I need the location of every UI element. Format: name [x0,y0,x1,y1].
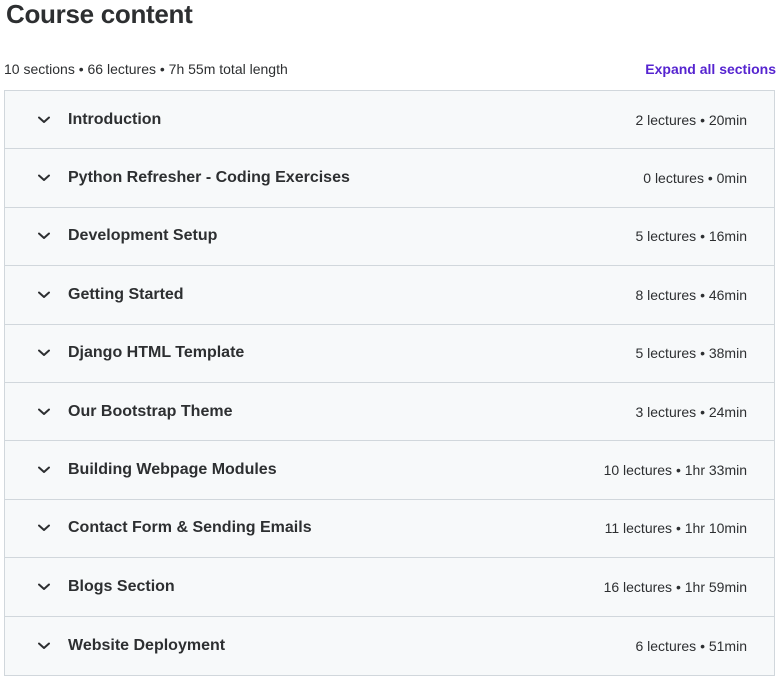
chevron-down-icon [37,580,51,594]
section-item[interactable]: Building Webpage Modules 10 lectures • 1… [5,441,774,500]
section-title: Development Setup [68,227,218,245]
section-title: Django HTML Template [68,344,245,362]
section-meta: 5 lectures • 38min [635,345,747,362]
course-summary-row: 10 sections • 66 lectures • 7h 55m total… [4,58,776,80]
chevron-down-icon [37,346,51,360]
chevron-down-icon [37,171,51,185]
section-title: Contact Form & Sending Emails [68,519,312,537]
section-meta: 3 lectures • 24min [635,403,747,420]
course-content-panel: Course content 10 sections • 66 lectures… [0,0,780,679]
section-title: Blogs Section [68,577,175,595]
section-item[interactable]: Django HTML Template 5 lectures • 38min [5,325,774,383]
chevron-down-icon [37,113,51,127]
section-meta: 5 lectures • 16min [635,228,747,245]
expand-all-sections-button[interactable]: Expand all sections [645,61,776,77]
chevron-down-icon [37,229,51,243]
section-title: Website Deployment [68,636,226,654]
chevron-down-icon [37,288,51,302]
section-meta: 11 lectures • 1hr 10min [604,520,747,537]
chevron-down-icon [37,521,51,535]
section-meta: 8 lectures • 46min [635,286,747,303]
section-meta: 10 lectures • 1hr 33min [603,462,747,479]
section-title: Introduction [68,110,162,128]
section-item[interactable]: Our Bootstrap Theme 3 lectures • 24min [5,383,774,442]
course-summary: 10 sections • 66 lectures • 7h 55m total… [4,61,288,77]
page-title: Course content [6,0,193,29]
section-title: Getting Started [68,285,184,303]
section-item[interactable]: Development Setup 5 lectures • 16min [5,208,774,267]
chevron-down-icon [37,405,51,419]
section-meta: 16 lectures • 1hr 59min [603,578,747,595]
section-meta: 6 lectures • 51min [635,637,747,654]
section-title: Python Refresher - Coding Exercises [68,169,350,187]
section-item[interactable]: Blogs Section 16 lectures • 1hr 59min [5,558,774,617]
section-meta: 2 lectures • 20min [635,111,747,128]
section-meta: 0 lectures • 0min [643,170,747,187]
section-title: Building Webpage Modules [68,461,277,479]
section-list: Introduction 2 lectures • 20min Python R… [4,90,775,676]
section-item[interactable]: Introduction 2 lectures • 20min [5,91,774,150]
section-item[interactable]: Contact Form & Sending Emails 11 lecture… [5,500,774,559]
section-title: Our Bootstrap Theme [68,402,233,420]
section-item[interactable]: Python Refresher - Coding Exercises 0 le… [5,149,774,208]
section-item[interactable]: Website Deployment 6 lectures • 51min [5,617,774,675]
section-item[interactable]: Getting Started 8 lectures • 46min [5,266,774,325]
chevron-down-icon [37,463,51,477]
chevron-down-icon [37,639,51,653]
